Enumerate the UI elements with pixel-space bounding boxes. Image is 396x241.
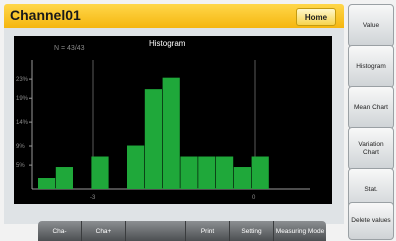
- x-tick-label: 0: [252, 195, 256, 201]
- histogram-bar: [198, 156, 216, 189]
- channel-next-button[interactable]: Cha+: [82, 221, 126, 241]
- bottom-toolbar: Cha- Cha+ Print Setting Measuring Mode: [38, 221, 326, 241]
- histogram-bar: [251, 156, 269, 189]
- histogram-bar: [233, 167, 251, 189]
- channel-title: Channel01: [10, 7, 81, 23]
- histogram-bar: [162, 77, 180, 189]
- histogram-bar: [144, 89, 162, 189]
- histogram-bar: [127, 145, 145, 189]
- y-tick-label: 23%: [16, 77, 29, 83]
- y-tick-label: 14%: [16, 120, 29, 126]
- y-tick-label: 19%: [16, 96, 29, 102]
- value-button[interactable]: Value: [348, 4, 394, 47]
- variation-chart-button[interactable]: Variation Chart: [348, 127, 394, 170]
- app-frame: Channel01 Home N = 43/43 Histogram 5% 9% 1…: [0, 0, 396, 241]
- chart-title: Histogram: [149, 39, 186, 48]
- histogram-bar: [91, 156, 109, 189]
- histogram-bar: [216, 156, 234, 189]
- channel-prev-button[interactable]: Cha-: [38, 221, 82, 241]
- setting-button[interactable]: Setting: [230, 221, 274, 241]
- print-button[interactable]: Print: [186, 221, 230, 241]
- histogram-chart: N = 43/43 Histogram 5% 9% 14% 19% 23% -3 0: [14, 36, 332, 204]
- home-button[interactable]: Home: [296, 8, 336, 26]
- delete-values-button[interactable]: Delete values: [348, 202, 394, 240]
- histogram-bar: [55, 167, 73, 189]
- histogram-button[interactable]: Histogram: [348, 45, 394, 88]
- histogram-bar: [180, 156, 198, 189]
- x-tick-label: -3: [90, 195, 96, 201]
- measuring-mode-button[interactable]: Measuring Mode: [274, 221, 326, 241]
- mean-chart-button[interactable]: Mean Chart: [348, 86, 394, 129]
- sample-count-label: N = 43/43: [54, 45, 85, 52]
- y-tick-label: 9%: [16, 144, 25, 150]
- histogram-bar: [38, 178, 56, 189]
- right-sidebar: Value Histogram Mean Chart Variation Cha…: [348, 4, 396, 241]
- histogram-svg: N = 43/43 Histogram 5% 9% 14% 19% 23% -3 0: [16, 39, 310, 201]
- empty-toolbar-button[interactable]: [126, 221, 186, 241]
- y-tick-label: 5%: [16, 163, 25, 169]
- title-bar: Channel01 Home: [4, 4, 344, 28]
